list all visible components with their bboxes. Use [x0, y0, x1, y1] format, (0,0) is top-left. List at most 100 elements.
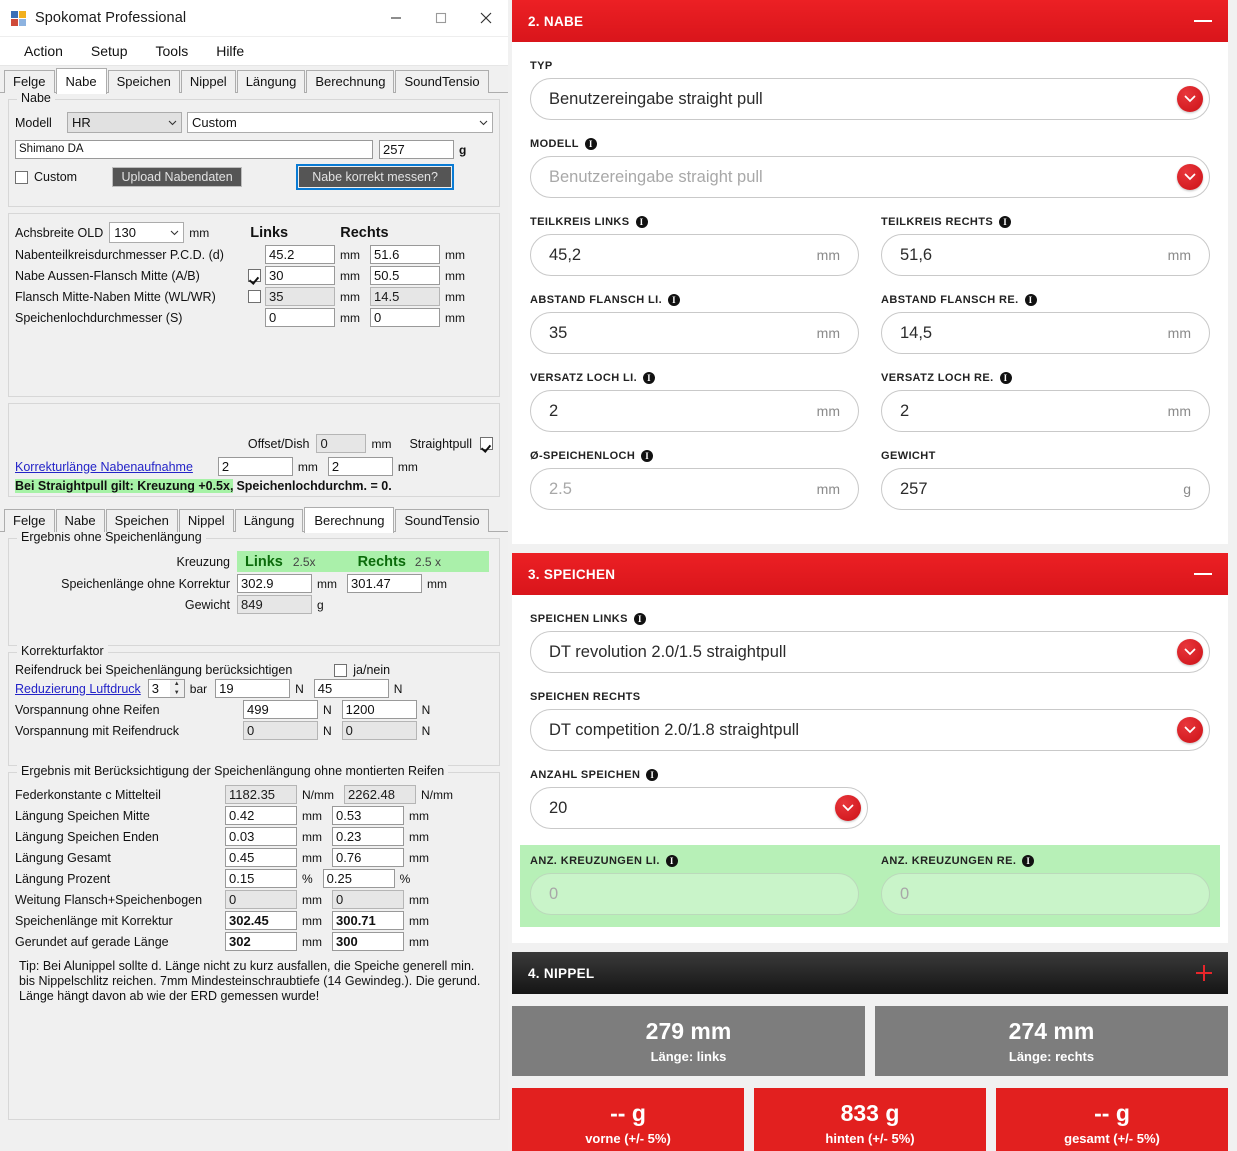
tab2-nippel[interactable]: Nippel: [179, 509, 234, 532]
menu-setup[interactable]: Setup: [77, 37, 142, 65]
info-icon[interactable]: i: [646, 769, 658, 781]
row-input-right[interactable]: [332, 848, 404, 867]
row-input-left[interactable]: [265, 287, 335, 306]
field-input[interactable]: 2mm: [881, 390, 1210, 432]
tab-felge[interactable]: Felge: [4, 70, 55, 93]
row-input-right[interactable]: [332, 806, 404, 825]
info-icon[interactable]: i: [666, 855, 678, 867]
section-nippel-header[interactable]: 4. NIPPEL: [512, 952, 1228, 994]
tab2-nabe[interactable]: Nabe: [56, 509, 105, 532]
tab-soundtensio[interactable]: SoundTensio: [395, 70, 488, 93]
maximize-icon[interactable]: [418, 0, 463, 36]
hub-weight-field[interactable]: [379, 140, 454, 159]
tab-speichen[interactable]: Speichen: [108, 70, 180, 93]
row-input-right[interactable]: [342, 700, 417, 719]
bar-field[interactable]: [148, 679, 170, 698]
minimize-icon[interactable]: [373, 0, 418, 36]
row-input-left[interactable]: [225, 932, 297, 951]
chevron-down-icon[interactable]: [1177, 717, 1203, 743]
info-icon[interactable]: i: [634, 613, 646, 625]
typ-select[interactable]: Benutzereingabe straight pull: [530, 78, 1210, 120]
menu-action[interactable]: Action: [10, 37, 77, 65]
section-nabe-header[interactable]: 2. NABE: [512, 0, 1228, 42]
tab2-felge[interactable]: Felge: [4, 509, 55, 532]
offset-dish-field[interactable]: [316, 434, 366, 453]
info-icon[interactable]: i: [643, 372, 655, 384]
janein-checkbox[interactable]: [334, 664, 347, 677]
minus-icon[interactable]: [1194, 20, 1212, 22]
info-icon[interactable]: i: [1025, 294, 1037, 306]
chevron-down-icon[interactable]: [1177, 164, 1203, 190]
reduzierung-left[interactable]: [215, 679, 290, 698]
bar-stepper[interactable]: ▲▼: [170, 679, 185, 698]
row-input-right[interactable]: [370, 308, 440, 327]
row-input-left[interactable]: [265, 308, 335, 327]
row-input-right[interactable]: [332, 911, 404, 930]
tab2-laengung[interactable]: Längung: [235, 509, 304, 532]
row-input-left[interactable]: [225, 785, 297, 804]
row-input-left[interactable]: [265, 266, 335, 285]
minus-icon[interactable]: [1194, 573, 1212, 575]
tab2-speichen[interactable]: Speichen: [106, 509, 178, 532]
section-speichen-header[interactable]: 3. SPEICHEN: [512, 553, 1228, 595]
row-input-right[interactable]: [332, 827, 404, 846]
info-icon[interactable]: i: [636, 216, 648, 228]
tab2-berechnung[interactable]: Berechnung: [304, 507, 394, 533]
speichen-links-select[interactable]: DT revolution 2.0/1.5 straightpull: [530, 631, 1210, 673]
field-input[interactable]: 45,2mm: [530, 234, 859, 276]
field-input[interactable]: 2.5mm: [530, 468, 859, 510]
info-icon[interactable]: i: [641, 450, 653, 462]
row-input-left[interactable]: [225, 806, 297, 825]
info-icon[interactable]: i: [585, 138, 597, 150]
row-input-left[interactable]: [225, 911, 297, 930]
tab2-soundtensio[interactable]: SoundTensio: [395, 509, 488, 532]
chevron-down-icon[interactable]: [1177, 86, 1203, 112]
nabe-korrekt-messen-button[interactable]: Nabe korrekt messen?: [299, 167, 451, 187]
kreuzungen-rechts-input[interactable]: 0: [881, 873, 1210, 915]
reduzierung-luftdruck-link[interactable]: Reduzierung Luftdruck: [15, 682, 141, 696]
field-input[interactable]: 14,5mm: [881, 312, 1210, 354]
field-input[interactable]: 35mm: [530, 312, 859, 354]
row-input-left[interactable]: [265, 245, 335, 264]
info-icon[interactable]: i: [999, 216, 1011, 228]
menu-tools[interactable]: Tools: [142, 37, 203, 65]
reduzierung-right[interactable]: [314, 679, 389, 698]
gewicht-value[interactable]: [237, 595, 312, 614]
field-input[interactable]: 51,6mm: [881, 234, 1210, 276]
korrekturlaenge-left-field[interactable]: [218, 457, 293, 476]
upload-nabendaten-button[interactable]: Upload Nabendaten: [112, 167, 242, 187]
menu-hilfe[interactable]: Hilfe: [202, 37, 258, 65]
chevron-down-icon[interactable]: [1177, 639, 1203, 665]
info-icon[interactable]: i: [1022, 855, 1034, 867]
speichenlaenge-ohne-left[interactable]: [237, 574, 312, 593]
custom-checkbox[interactable]: [15, 171, 28, 184]
modell-select[interactable]: Benutzereingabe straight pull: [530, 156, 1210, 198]
row-input-right[interactable]: [332, 932, 404, 951]
row-input-right[interactable]: [344, 785, 416, 804]
custom-select[interactable]: Custom: [187, 112, 493, 133]
hub-name-field[interactable]: [15, 140, 373, 159]
speichen-rechts-select[interactable]: DT competition 2.0/1.8 straightpull: [530, 709, 1210, 751]
row-input-right[interactable]: [370, 266, 440, 285]
korrekturlaenge-link[interactable]: Korrekturlänge Nabenaufnahme: [15, 460, 193, 474]
chevron-down-icon[interactable]: [835, 795, 861, 821]
row-checkbox[interactable]: [248, 269, 261, 282]
tab-nabe[interactable]: Nabe: [56, 68, 107, 94]
speichenlaenge-ohne-right[interactable]: [347, 574, 422, 593]
row-input-left[interactable]: [243, 721, 318, 740]
row-input-right[interactable]: [323, 869, 395, 888]
tab-laengung[interactable]: Längung: [237, 70, 306, 93]
close-icon[interactable]: [463, 0, 508, 36]
row-checkbox[interactable]: [248, 290, 261, 303]
straightpull-checkbox[interactable]: [480, 437, 493, 450]
info-icon[interactable]: i: [668, 294, 680, 306]
row-input-right[interactable]: [370, 287, 440, 306]
kreuzungen-links-input[interactable]: 0: [530, 873, 859, 915]
anzahl-speichen-select[interactable]: 20: [530, 787, 868, 829]
row-input-right[interactable]: [332, 890, 404, 909]
row-input-right[interactable]: [342, 721, 417, 740]
korrekturlaenge-right-field[interactable]: [328, 457, 393, 476]
info-icon[interactable]: i: [1000, 372, 1012, 384]
row-input-left[interactable]: [225, 869, 297, 888]
row-input-left[interactable]: [225, 827, 297, 846]
